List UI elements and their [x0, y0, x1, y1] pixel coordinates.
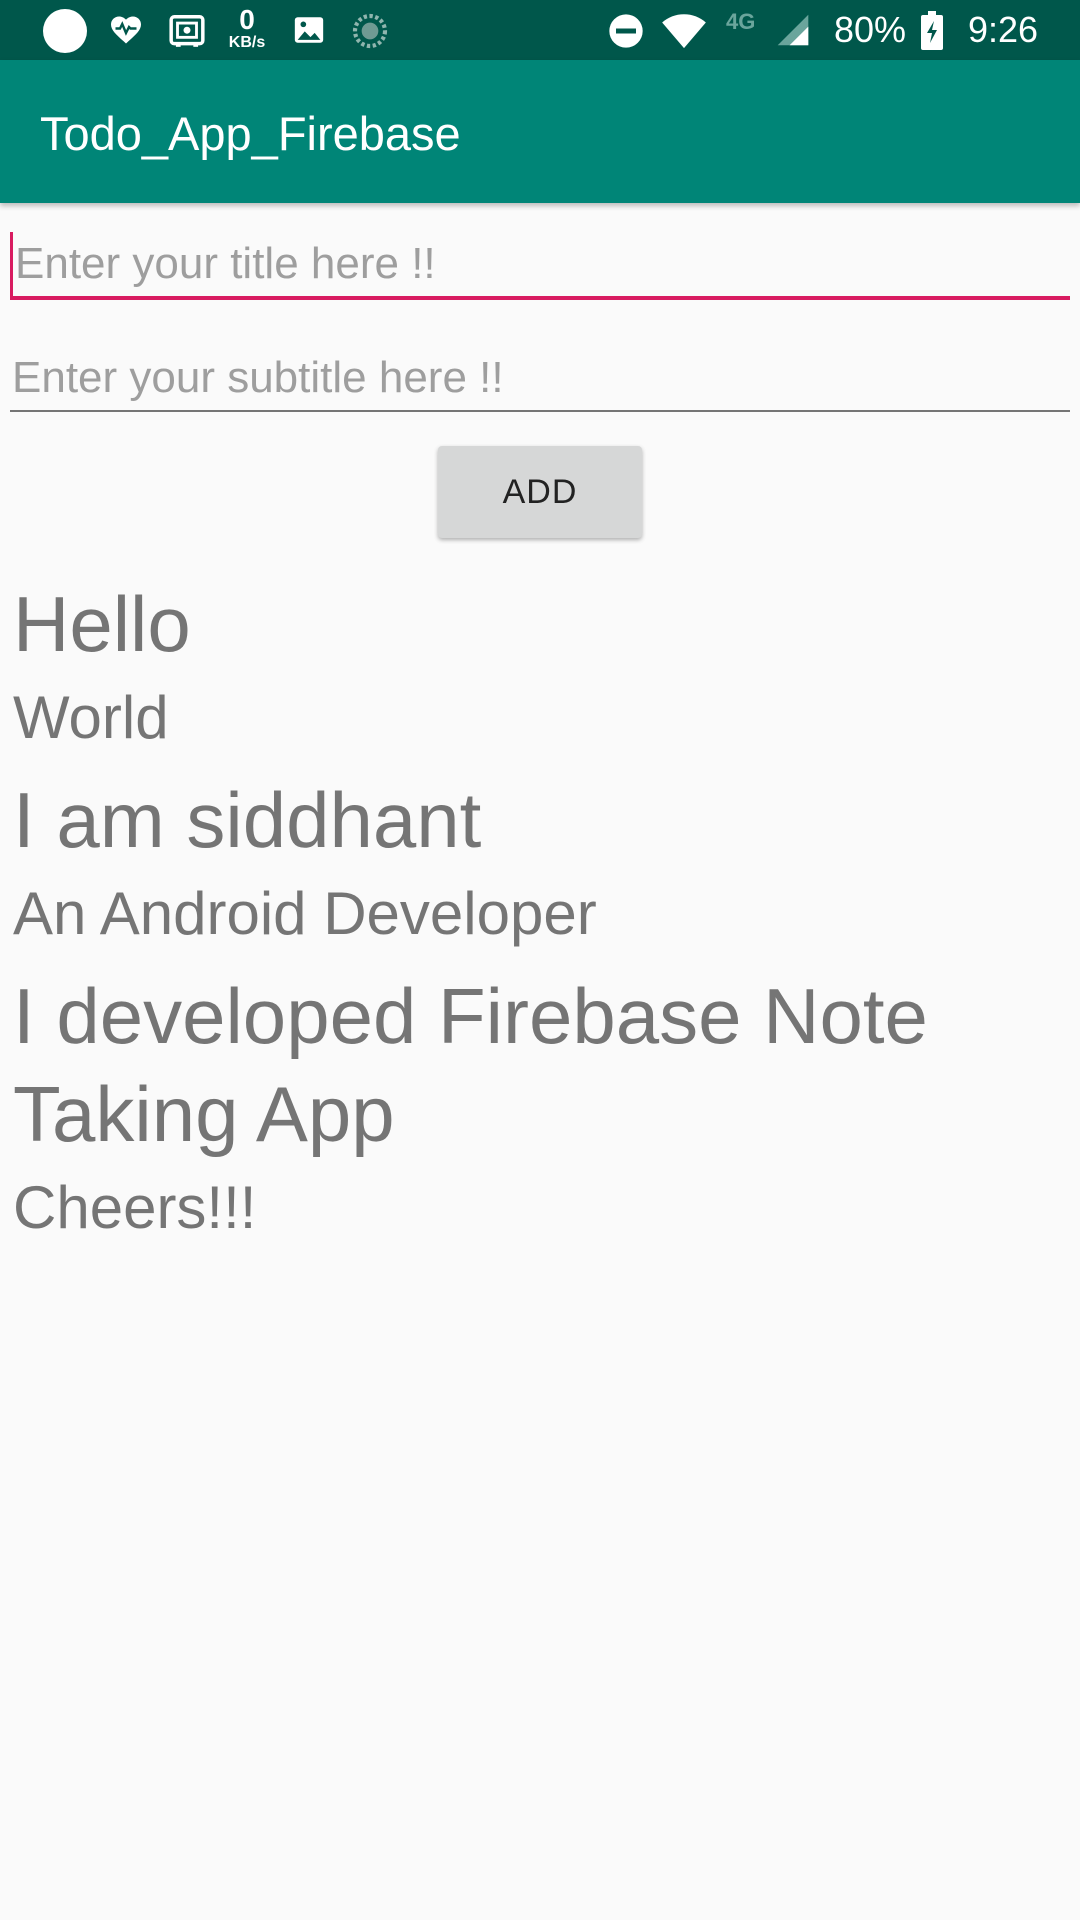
subtitle-input[interactable]: [10, 346, 1070, 412]
network-speed-indicator: 0 KB/s: [224, 6, 270, 56]
clock: 9:26: [968, 9, 1039, 50]
safe-icon: [168, 12, 206, 50]
battery-charging-icon: [920, 11, 944, 51]
note-subtitle: World: [13, 684, 169, 751]
speed-value: 0: [239, 4, 255, 35]
do-not-disturb-icon: [606, 11, 646, 51]
wifi-icon: [660, 12, 708, 50]
network-type-label: 4G: [726, 9, 756, 34]
notes-list: Hello World I am siddhant An Android Dev…: [13, 575, 1063, 1261]
app-bar: Todo_App_Firebase: [0, 60, 1080, 203]
note-title: I developed Firebase Note Taking App: [13, 972, 928, 1158]
app-title: Todo_App_Firebase: [40, 107, 461, 160]
list-item[interactable]: I developed Firebase Note Taking App Che…: [13, 967, 1063, 1247]
list-item[interactable]: I am siddhant An Android Developer: [13, 771, 1063, 953]
speed-unit: KB/s: [228, 34, 266, 51]
battery-percent: 80%: [834, 9, 907, 50]
status-bar: 0 KB/s 4G 80% 9:26: [0, 0, 1080, 60]
circle-icon: [43, 9, 87, 53]
title-input[interactable]: [10, 232, 1070, 300]
note-title: Hello: [13, 580, 191, 668]
note-subtitle: An Android Developer: [13, 880, 597, 947]
note-title: I am siddhant: [13, 776, 482, 864]
signal-icon: [776, 12, 810, 48]
sync-icon: [350, 11, 390, 51]
image-icon: [291, 13, 327, 47]
list-item[interactable]: Hello World: [13, 575, 1063, 757]
add-button[interactable]: ADD: [438, 446, 642, 538]
heart-pulse-icon: [108, 12, 144, 48]
note-subtitle: Cheers!!!: [13, 1174, 257, 1241]
